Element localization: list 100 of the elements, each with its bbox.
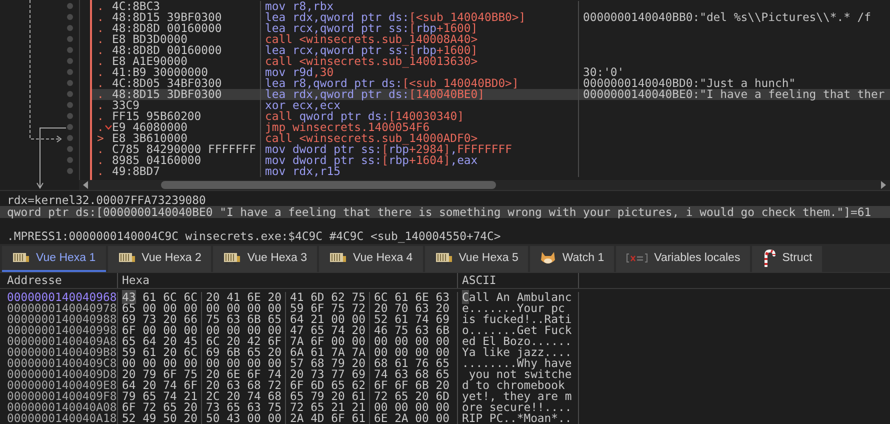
- ascii-text: e.......Your pc: [458, 303, 579, 314]
- scroll-left-icon[interactable]: [83, 181, 89, 189]
- tab[interactable]: Vue Hexa 1: [2, 246, 106, 272]
- instruction-row[interactable]: . 8985 04160000 mov dword ptr ss:[rbp+1604],eax: [92, 155, 890, 166]
- instruction-text: mov r8,rbx: [261, 1, 579, 12]
- instruction-text: lea rcx,qword ptr ss:[rbp+1600]: [261, 45, 579, 56]
- branch-mark: .: [97, 12, 104, 23]
- breakpoint-marker[interactable]: [67, 36, 73, 42]
- hex-bytes: 6F 6F 6B 20: [373, 380, 450, 391]
- instruction-bytes: 33C9: [112, 100, 261, 111]
- branch-mark: .: [97, 78, 104, 89]
- instruction-bytes: 48:8D15 39BF0300: [112, 12, 261, 23]
- memory-dump-icon: [434, 251, 453, 265]
- instruction-bytes: 48:8D8D 00160000: [112, 23, 261, 34]
- hex-bytes: 20 73 77 69: [286, 369, 370, 380]
- breakpoint-marker[interactable]: [67, 135, 73, 141]
- hex-bytes: 69 6B 65 20: [202, 347, 286, 358]
- breakpoint-marker[interactable]: [67, 69, 73, 75]
- ascii-text: Call An Ambulanc: [458, 292, 579, 303]
- tab[interactable]: Vue Hexa 4: [319, 246, 423, 272]
- instruction-bytes: 4C:8BC3: [112, 1, 261, 12]
- hex-bytes: 65 00 00 00: [118, 303, 202, 314]
- hex-bytes: 68 61 76 65: [373, 358, 450, 369]
- hex-bytes: 47 65 74 20: [286, 325, 370, 336]
- breakpoint-marker[interactable]: [67, 146, 73, 152]
- ascii-text: RIP PC..*Moan*..: [458, 413, 579, 424]
- instruction-text: lea rdx,qword ptr ds:[140040BE0]: [261, 89, 579, 100]
- branch-mark: .: [97, 1, 104, 12]
- hex-bytes: 00 00 00 00: [118, 358, 202, 369]
- instruction-row[interactable]: . 33C9 xor ecx,ecx: [92, 100, 890, 111]
- instruction-row[interactable]: . 48:8D15 39BF0300 lea rdx,qword ptr ds:[<sub_140040BB0>] 0000000140040BB0:"del %s\\Pictures\\*.* /f: [92, 12, 890, 23]
- branch-mark: .: [97, 23, 104, 34]
- tab[interactable]: Struct: [752, 246, 822, 272]
- breakpoint-marker[interactable]: [67, 25, 73, 31]
- hex-bytes: 65 64 20 45: [118, 336, 202, 347]
- ascii-text: you not switche: [458, 369, 579, 380]
- hex-bytes: 52 61 74 69: [373, 314, 450, 325]
- instruction-row[interactable]: . 49:8BD7 mov rdx,r15: [92, 166, 890, 177]
- address-cell: 00000001400409B8: [0, 347, 118, 358]
- breakpoint-marker[interactable]: [67, 80, 73, 86]
- instruction-row[interactable]: . 48:8D8D 00160000 lea rcx,qword ptr ss:[rbp+1600]: [92, 23, 890, 34]
- hex-bytes: 20 79 6F 75: [118, 369, 202, 380]
- instruction-row[interactable]: . 48:8D8D 00160000 lea rcx,qword ptr ss:[rbp+1600]: [92, 45, 890, 56]
- hex-bytes: 46 75 63 6B: [373, 325, 450, 336]
- address-cell: 00000001400409F8: [0, 391, 118, 402]
- hex-bytes: 73 65 63 75: [202, 402, 286, 413]
- branch-mark: .: [97, 100, 104, 111]
- breakpoint-marker[interactable]: [67, 168, 73, 174]
- hex-bytes: 72 65 21 21: [286, 402, 370, 413]
- horizontal-scrollbar[interactable]: [79, 180, 890, 190]
- ascii-text: ........Why have: [458, 358, 579, 369]
- breakpoint-marker[interactable]: [67, 47, 73, 53]
- column-header[interactable]: Addresse: [0, 273, 118, 288]
- instruction-row[interactable]: . 4C:8BC3 mov r8,rbx: [92, 1, 890, 12]
- tab[interactable]: Watch 1: [530, 246, 614, 272]
- instruction-row[interactable]: . E8 BD3D0000 call <winsecrets.sub_140008A40>: [92, 34, 890, 45]
- hex-bytes: 20 63 68 72: [202, 380, 286, 391]
- instruction-row[interactable]: . 48:8D15 3DBF0300 lea rdx,qword ptr ds:[140040BE0] 0000000140040BE0:"I have a feeling that ther: [92, 89, 890, 100]
- instruction-row[interactable]: . 41:B9 30000000 mov r9d,30 30:'0': [92, 67, 890, 78]
- location-line: .MPRESS1:0000000140004C9C winsecrets.exe:$4C9C #4C9C <sub_140004550+74C>: [6, 230, 502, 242]
- instruction-row[interactable]: . E9 46080000 jmp winsecrets.1400054F6: [92, 122, 890, 133]
- instruction-text: mov rdx,r15: [261, 166, 579, 177]
- breakpoint-marker[interactable]: [67, 113, 73, 119]
- hex-bytes: 75 63 6B 65: [202, 314, 286, 325]
- instruction-bytes: 8985 04160000: [112, 155, 261, 166]
- hex-bytes: 43 61 6C 6C: [118, 292, 202, 303]
- instruction-row[interactable]: . FF15 95B60200 call qword ptr ds:[140030340]: [92, 111, 890, 122]
- tab[interactable]: Vue Hexa 3: [213, 246, 318, 272]
- breakpoint-marker[interactable]: [67, 58, 73, 64]
- scrollbar-thumb[interactable]: [161, 181, 496, 189]
- instruction-bytes: 48:8D15 3DBF0300: [112, 89, 261, 100]
- tab[interactable]: Variables locales: [616, 246, 750, 272]
- instruction-row[interactable]: > E8 3B610000 call <winsecrets.sub_14000ADF0>: [92, 133, 890, 144]
- breakpoint-marker[interactable]: [67, 91, 73, 97]
- instruction-text: mov dword ptr ss:[rbp+1604],eax: [261, 155, 579, 166]
- hex-bytes: 6C 61 6E 63: [373, 292, 450, 303]
- address-cell: 00000001400409D8: [0, 369, 118, 380]
- tab[interactable]: Vue Hexa 2: [108, 246, 212, 272]
- hex-bytes: 6E 2A 00 00: [373, 413, 450, 424]
- instruction-row[interactable]: . E8 A1E90000 call <winsecrets.sub_140013630>: [92, 56, 890, 67]
- branch-mark: .: [97, 166, 104, 177]
- tab[interactable]: Vue Hexa 5: [424, 246, 528, 272]
- hex-bytes: 57 68 79 20: [286, 358, 370, 369]
- scroll-right-icon[interactable]: [880, 181, 886, 189]
- column-header[interactable]: Hexa: [118, 273, 458, 288]
- hex-bytes: 6C 20 42 6F: [202, 336, 286, 347]
- instruction-bytes: E8 A1E90000: [112, 56, 261, 67]
- breakpoint-marker[interactable]: [67, 102, 73, 108]
- address-cell: 00000001400409C8: [0, 358, 118, 369]
- candy-cane-icon: [762, 249, 776, 267]
- breakpoint-marker[interactable]: [67, 14, 73, 20]
- hex-bytes: 2A 4D 6F 61: [286, 413, 370, 424]
- breakpoint-marker[interactable]: [67, 124, 73, 130]
- breakpoint-marker[interactable]: [67, 3, 73, 9]
- hex-bytes: 00 00 00 00: [202, 303, 286, 314]
- breakpoint-marker[interactable]: [67, 157, 73, 163]
- column-header[interactable]: ASCII: [458, 273, 579, 288]
- hex-bytes: 2C 20 74 68: [202, 391, 286, 402]
- address-cell: 00000001400409A8: [0, 336, 118, 347]
- instruction-row[interactable]: . C785 84290000 FFFFFFF mov dword ptr ss:[rbp+2984],FFFFFFFF: [92, 144, 890, 155]
